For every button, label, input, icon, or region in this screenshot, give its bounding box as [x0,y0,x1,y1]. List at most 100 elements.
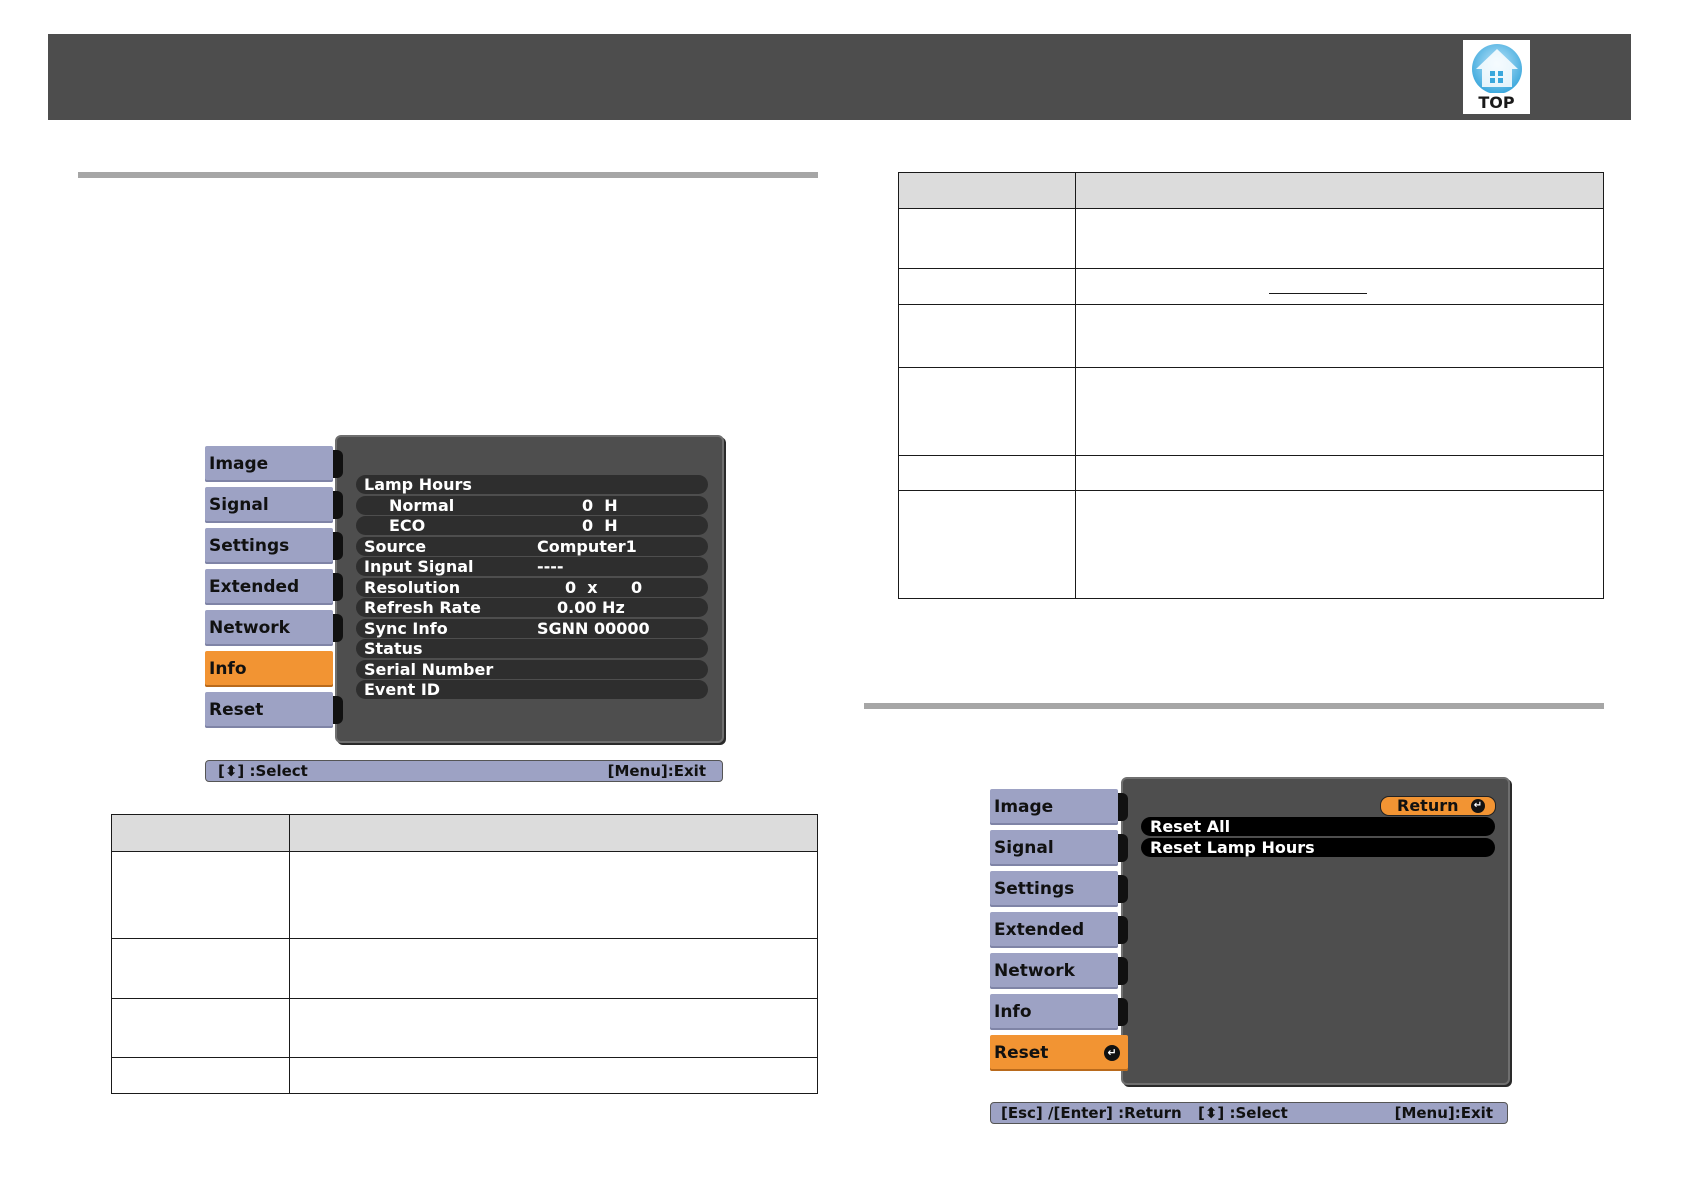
table-row [111,998,818,1058]
table-row [111,851,818,939]
info-row-status: Status [356,639,708,658]
info-row-resolution: Resolution 0 x 0 [356,577,708,597]
tab-label: Info [994,1002,1032,1022]
section-rule-right [864,703,1604,709]
table-cell [1075,304,1604,368]
table-header-cell [111,814,290,852]
tab-connector [333,532,343,560]
info-row-eco: ECO 0 H [356,516,708,535]
table-cell [289,998,818,1058]
table-cell [289,1057,818,1094]
info-row-value: 0 H [582,495,618,515]
tab-label: Info [209,659,247,679]
table-header-row [111,814,818,852]
footer-return-hint: [Esc] /[Enter] :Return [1001,1104,1182,1122]
table-cell [1075,367,1604,456]
reset-menu-tab-info[interactable]: Info [990,994,1128,1030]
tab-label: Settings [994,879,1075,899]
table-row [898,367,1604,456]
table-cell [898,367,1076,456]
table-cell [898,455,1076,491]
tab-connector [333,614,343,642]
info-items-table [111,814,818,1094]
info-menu-tab-image[interactable]: Image [205,446,343,482]
link-underline [1269,293,1367,294]
tab-label: Extended [994,920,1085,940]
reset-menu-footer: [Esc] /[Enter] :Return [⬍] :Select [Menu… [990,1102,1508,1124]
footer-select-hint: [⬍] :Select [218,762,308,780]
table-row [898,304,1604,368]
section-rule-left [78,172,818,178]
info-row-normal: Normal 0 H [356,495,708,515]
table-header-cell [898,172,1076,209]
info-row-value: 0 x 0 [565,577,643,597]
footer-exit-hint: [Menu]:Exit [1394,1104,1493,1122]
info-row-label: Refresh Rate [364,598,481,617]
tab-connector [1118,998,1128,1026]
reset-menu-tab-network[interactable]: Network [990,953,1128,989]
enter-icon: ↵ [1104,1045,1120,1061]
header-bar [48,34,1631,120]
footer-select-hint: [⬍] :Select [1198,1104,1288,1122]
tab-label: Reset [994,1043,1049,1063]
tab-connector [333,573,343,601]
tab-connector [1118,793,1128,821]
info-row-value: Computer1 [537,536,637,556]
tab-label: Network [209,618,290,638]
table-row [898,455,1604,491]
table-cell [111,1057,290,1094]
table-row [898,208,1604,269]
info-row-serial-number: Serial Number [356,659,708,679]
info-row-lamp-hours: Lamp Hours [356,475,708,494]
table-cell [289,851,818,939]
reset-menu-tab-extended[interactable]: Extended [990,912,1128,948]
return-button[interactable]: Return ↵ [1380,796,1496,816]
info-row-input-signal: Input Signal ---- [356,557,708,576]
info-row-label: Status [364,639,423,658]
info-menu-tab-network[interactable]: Network [205,610,343,646]
table-cell [111,938,290,999]
reset-menu-tab-settings[interactable]: Settings [990,871,1128,907]
info-row-sync-info: Sync Info SGNN 00000 [356,618,708,638]
tab-connector [333,450,343,478]
top-link[interactable]: TOP [1463,40,1530,114]
reset-item-reset-lamp-hours[interactable]: Reset Lamp Hours [1141,838,1495,857]
tab-connector [1118,875,1128,903]
tab-label: Image [209,454,269,474]
table-cell [1075,208,1604,269]
reset-menu-tab-image[interactable]: Image [990,789,1128,825]
reset-item-reset-all[interactable]: Reset All [1141,817,1495,836]
table-header-cell [1075,172,1604,209]
table-cell [1075,268,1604,305]
info-row-event-id: Event ID [356,680,708,699]
enter-icon: ↵ [1471,799,1485,813]
top-house-icon [1472,44,1522,93]
table-header-row [898,172,1604,209]
tab-label: Signal [209,495,269,515]
table-cell [898,208,1076,269]
table-cell [289,938,818,999]
tab-label: Signal [994,838,1054,858]
tab-label: Image [994,797,1054,817]
return-label: Return [1397,796,1459,815]
info-menu-footer: [⬍] :Select [Menu]:Exit [205,760,723,782]
info-menu-tab-info[interactable]: Info [205,651,333,687]
info-menu-tab-settings[interactable]: Settings [205,528,343,564]
tab-label: Extended [209,577,300,597]
reset-menu-tab-reset[interactable]: Reset ↵ [990,1035,1128,1071]
tab-label: Reset [209,700,264,720]
info-row-refresh-rate: Refresh Rate 0.00 Hz [356,598,708,617]
info-menu-tab-signal[interactable]: Signal [205,487,343,523]
table-cell [898,304,1076,368]
table-cell [111,851,290,939]
info-row-label: Input Signal [364,557,474,576]
tab-label: Settings [209,536,290,556]
info-row-label: Serial Number [364,659,494,679]
reset-menu-tab-signal[interactable]: Signal [990,830,1128,866]
info-row-label: Source [364,536,427,556]
info-menu-tab-reset[interactable]: Reset [205,692,343,728]
tab-connector [1118,957,1128,985]
tab-connector [1118,916,1128,944]
reset-item-label: Reset Lamp Hours [1150,838,1315,857]
info-menu-tab-extended[interactable]: Extended [205,569,343,605]
